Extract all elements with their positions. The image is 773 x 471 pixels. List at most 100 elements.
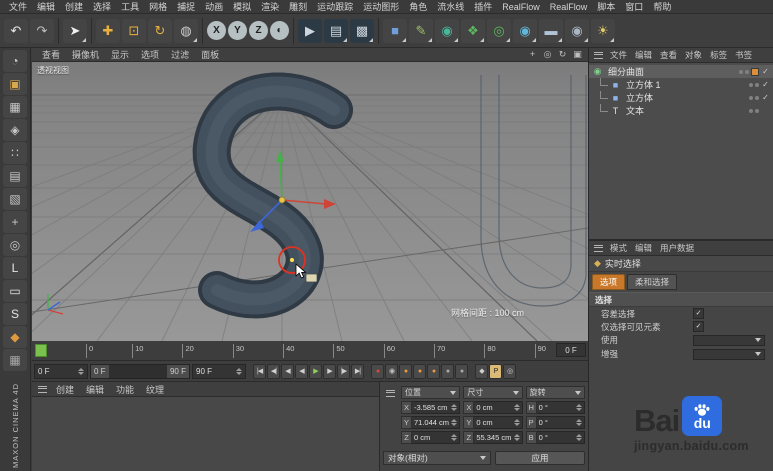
add-simulation-icon[interactable]: ◎ [487,19,511,43]
spinner-arrows[interactable] [451,434,457,441]
record-keyframe-button[interactable]: ● [371,364,384,379]
parameter-key-button[interactable]: ● [441,364,454,379]
start-frame-field[interactable]: 0 F [34,364,88,379]
prev-key-button[interactable]: ◀| [267,364,280,379]
lock-y-axis-button[interactable]: Y [228,21,247,40]
workplane-mode-icon[interactable]: ◈ [3,119,27,141]
attribute-checkbox[interactable]: ✓ [693,321,704,332]
editor-visibility-dot[interactable] [739,70,743,74]
coordinate-input[interactable]: 0 ° [537,431,585,444]
object-name[interactable]: 立方体 [624,91,655,104]
polygons-mode-icon[interactable]: ▧ [3,188,27,210]
viewport-menu-item[interactable]: 选项 [135,48,165,61]
object-manager-menu-item[interactable]: 对象 [681,49,706,61]
quantize-grid-icon[interactable]: ▦ [3,349,27,371]
coordinate-system-button[interactable]: ◐ [270,21,289,40]
panel-menu-icon[interactable] [594,245,603,252]
scale-key-button[interactable]: ● [413,364,426,379]
render-view-button[interactable]: ▶ [298,19,322,43]
coordinate-input[interactable]: 0 cm [412,431,460,444]
make-editable-icon[interactable]: ◔ [3,50,27,72]
apply-button[interactable]: 应用 [495,451,585,465]
enable-axis-icon[interactable]: + [3,211,27,233]
viewport-menu-item[interactable]: 摄像机 [66,48,105,61]
add-cube-icon[interactable]: ■ [383,19,407,43]
attribute-menu-item[interactable]: 模式 [606,242,631,254]
object-manager-menu-item[interactable]: 文件 [606,49,631,61]
model-mode-icon[interactable]: ▣ [3,73,27,95]
spinner-arrows[interactable] [576,434,582,441]
scale-tool-icon[interactable]: ⊡ [122,19,146,43]
snap-settings-icon[interactable]: S [3,303,27,325]
add-camera-icon[interactable]: ◉ [565,19,589,43]
viewport-menu-item[interactable]: 查看 [36,48,66,61]
size-dropdown[interactable]: 尺寸 [463,386,522,399]
coordinate-input[interactable]: 0 ° [537,416,585,429]
spinner-arrows[interactable] [451,419,457,426]
object-tree-row[interactable]: ◉ 细分曲面 ✓ [589,65,773,78]
menu-item[interactable]: RealFlow [545,2,593,12]
object-tree-row[interactable]: ■ 立方体 1 ✓ [589,78,773,91]
menu-item[interactable]: 运动跟踪 [312,0,358,13]
attribute-tab[interactable]: 柔和选择 [627,274,677,290]
render-visibility-dot[interactable] [755,83,759,87]
play-backward-button[interactable]: ◀ [295,364,308,379]
menu-item[interactable]: 插件 [469,0,497,13]
live-selection-icon[interactable]: ➤ [63,19,87,43]
add-floor-icon[interactable]: ▬ [539,19,563,43]
position-key-button[interactable]: ● [399,364,412,379]
mouse-input-icon[interactable]: ▭ [3,280,27,302]
timeline-ruler[interactable]: 0102030405060708090 0 F [32,341,588,361]
texture-mode-icon[interactable]: ▦ [3,96,27,118]
prev-frame-button[interactable]: ◀ [281,364,294,379]
spinner-arrows[interactable] [576,404,582,411]
goto-end-button[interactable]: ▶| [351,364,364,379]
next-key-button[interactable]: |▶ [337,364,350,379]
viewport-menu-item[interactable]: 显示 [105,48,135,61]
editor-visibility-dot[interactable] [749,96,753,100]
object-enabled-toggle[interactable]: ✓ [761,93,770,102]
lock-z-axis-button[interactable]: Z [249,21,268,40]
object-name[interactable]: 立方体 1 [624,78,663,91]
rotate-tool-icon[interactable]: ↻ [148,19,172,43]
material-menu-item[interactable]: 创建 [50,383,80,396]
range-start-handle[interactable]: 0 F [91,365,109,378]
coordinate-input[interactable]: 0 cm [474,416,522,429]
play-button[interactable]: ▶ [309,364,322,379]
rotation-key-button[interactable]: ● [427,364,440,379]
coordinate-input[interactable]: 71.044 cm [412,416,460,429]
coordinate-input[interactable]: -3.585 cm [412,401,460,414]
attribute-menu-item[interactable]: 用户数据 [656,242,698,254]
attribute-menu-item[interactable]: 编辑 [631,242,656,254]
attribute-value-field[interactable] [693,349,765,360]
menu-item[interactable]: 模拟 [228,0,256,13]
end-frame-field[interactable]: 90 F [192,364,246,379]
viewport-solo-icon[interactable]: ◎ [3,234,27,256]
material-menu-item[interactable]: 功能 [110,383,140,396]
coordinate-input[interactable]: 0 ° [537,401,585,414]
coordinate-input[interactable]: 0 cm [474,401,522,414]
render-visibility-dot[interactable] [745,70,749,74]
viewport-canvas[interactable]: 透视视图 网格间距 : 100 cm [32,62,588,341]
current-frame-box[interactable]: 0 F [556,343,586,357]
undo-icon[interactable]: ↶ [4,19,28,43]
attribute-tab[interactable]: 选项 [592,274,625,290]
workplane-lock-icon[interactable]: L [3,257,27,279]
preset-button[interactable]: P [489,364,502,379]
object-name[interactable]: 文本 [624,104,646,117]
coordinates-menu-icon[interactable] [386,390,395,397]
object-enabled-toggle[interactable]: ✓ [761,67,770,76]
object-manager-menu-item[interactable]: 书签 [731,49,756,61]
hand-tool-icon[interactable]: ◆ [3,326,27,348]
keyframe-selection-button[interactable]: ◆ [475,364,488,379]
next-frame-button[interactable]: ▶ [323,364,336,379]
points-mode-icon[interactable]: ∷ [3,142,27,164]
object-manager-menu-item[interactable]: 编辑 [631,49,656,61]
solo-button[interactable]: ◎ [503,364,516,379]
attribute-value-field[interactable] [693,335,765,346]
menu-item[interactable]: 脚本 [592,0,620,13]
range-end-handle[interactable]: 90 F [167,365,189,378]
goto-start-button[interactable]: |◀ [253,364,266,379]
material-list-area[interactable] [32,397,379,471]
move-tool-icon[interactable]: ✚ [96,19,120,43]
